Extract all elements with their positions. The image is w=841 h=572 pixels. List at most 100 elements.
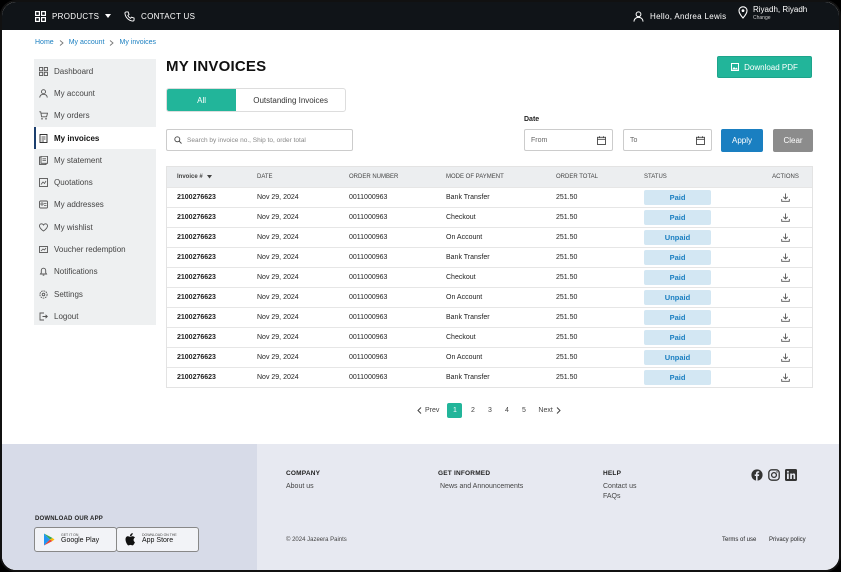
sidebar-label: My orders <box>54 111 90 121</box>
apply-button[interactable]: Apply <box>721 129 763 152</box>
table-row: 2100276623 Nov 29, 2024 0011000963 Bank Tra… <box>167 307 812 327</box>
google-play-button[interactable]: GET IT ON Google Play <box>34 527 117 552</box>
cell-mode-of-payment: Bank Transfer <box>446 194 490 201</box>
cell-date: Nov 29, 2024 <box>257 314 299 321</box>
footer-link-about-us[interactable]: About us <box>286 483 320 490</box>
next-page-button[interactable]: Next <box>532 407 566 414</box>
sidebar-label: Quotations <box>54 178 93 188</box>
cell-order-number: 0011000963 <box>349 274 388 281</box>
prev-page-button[interactable]: Prev <box>411 407 445 414</box>
status-badge: Unpaid <box>644 230 711 245</box>
sidebar-item-my-orders[interactable]: My orders <box>34 105 156 127</box>
date-from-field[interactable]: From <box>524 129 613 151</box>
cell-invoice: 2100276623 <box>177 274 216 281</box>
table-row: 2100276623 Nov 29, 2024 0011000963 Checkout… <box>167 327 812 347</box>
page-2-button[interactable]: 2 <box>464 403 481 418</box>
sidebar-item-quotations[interactable]: Quotations <box>34 171 156 193</box>
download-icon[interactable] <box>781 253 790 262</box>
download-icon[interactable] <box>781 193 790 202</box>
sidebar-item-my-invoices[interactable]: My invoices <box>34 126 156 150</box>
download-icon[interactable] <box>781 353 790 362</box>
download-icon[interactable] <box>781 273 790 282</box>
footer-link-faqs[interactable]: FAQs <box>603 493 636 500</box>
breadcrumb-home[interactable]: Home <box>35 39 54 46</box>
location-change-link[interactable]: Change <box>753 16 807 21</box>
cell-invoice: 2100276623 <box>177 194 216 201</box>
table-row: 2100276623 Nov 29, 2024 0011000963 On Accou… <box>167 287 812 307</box>
cell-order-total: 251.50 <box>556 334 578 341</box>
cell-status: Unpaid <box>644 350 759 365</box>
products-menu[interactable]: PRODUCTS <box>35 2 112 30</box>
cell-order-number: 0011000963 <box>349 354 388 361</box>
sidebar-item-logout[interactable]: Logout <box>34 305 156 327</box>
status-badge: Paid <box>644 250 711 265</box>
image-icon <box>731 63 740 71</box>
sidebar-label: My wishlist <box>54 222 93 232</box>
cell-date: Nov 29, 2024 <box>257 194 299 201</box>
gear-icon <box>39 290 48 299</box>
sidebar-item-settings[interactable]: Settings <box>34 283 156 305</box>
footer-informed-column: GET INFORMED News and Announcements <box>438 470 523 493</box>
download-icon[interactable] <box>781 333 790 342</box>
cell-invoice: 2100276623 <box>177 374 216 381</box>
cell-order-total: 251.50 <box>556 234 578 241</box>
download-icon[interactable] <box>781 213 790 222</box>
header-date: DATE <box>257 174 273 180</box>
cell-mode-of-payment: On Account <box>446 354 483 361</box>
breadcrumb-my-invoices[interactable]: My invoices <box>119 39 156 46</box>
sidebar-item-my-statement[interactable]: My statement <box>34 149 156 171</box>
date-to-field[interactable]: To <box>623 129 712 151</box>
date-label: Date <box>524 116 540 123</box>
cell-status: Paid <box>644 210 759 225</box>
page-1-button[interactable]: 1 <box>447 402 463 418</box>
tab-all[interactable]: All <box>167 89 237 111</box>
sidebar-label: My invoices <box>54 133 100 143</box>
download-icon[interactable] <box>781 293 790 302</box>
user-greeting[interactable]: Hello, Andrea Lewis <box>633 2 726 30</box>
contact-link[interactable]: CONTACT US <box>124 2 195 30</box>
download-icon[interactable] <box>781 233 790 242</box>
page-5-button[interactable]: 5 <box>515 403 532 418</box>
footer-link-news[interactable]: News and Announcements <box>440 483 523 490</box>
app-store-button[interactable]: DOWNLOAD ON THE App Store <box>116 527 199 552</box>
download-pdf-button[interactable]: Download PDF <box>717 56 812 78</box>
date-to-placeholder: To <box>630 136 638 144</box>
tab-outstanding-invoices[interactable]: Outstanding Invoices <box>236 89 345 111</box>
search-input[interactable]: Search by invoice no., Ship to, order to… <box>166 129 353 151</box>
cell-order-total: 251.50 <box>556 294 578 301</box>
bell-icon <box>39 268 48 276</box>
cell-actions <box>759 253 812 262</box>
page-3-button[interactable]: 3 <box>481 403 498 418</box>
privacy-link[interactable]: Privacy policy <box>769 537 806 543</box>
sidebar-label: My statement <box>54 155 103 165</box>
cell-order-number: 0011000963 <box>349 214 388 221</box>
cell-status: Paid <box>644 370 759 385</box>
cell-actions <box>759 193 812 202</box>
location-selector[interactable]: Riyadh, Riyadh Change <box>738 6 807 21</box>
facebook-icon[interactable] <box>751 469 763 481</box>
sidebar-item-dashboard[interactable]: Dashboard <box>34 60 156 82</box>
header-invoice[interactable]: Invoice # <box>167 174 257 180</box>
sidebar-item-notifications[interactable]: Notifications <box>34 261 156 283</box>
clear-button[interactable]: Clear <box>773 129 813 152</box>
chevron-right-icon <box>556 406 561 414</box>
table-row: 2100276623 Nov 29, 2024 0011000963 Bank Tra… <box>167 187 812 207</box>
download-icon[interactable] <box>781 313 790 322</box>
cell-date: Nov 29, 2024 <box>257 354 299 361</box>
app-store-label: App Store <box>142 537 174 545</box>
breadcrumb-my-account[interactable]: My account <box>69 39 105 46</box>
sidebar-item-my-wishlist[interactable]: My wishlist <box>34 216 156 238</box>
footer-link-contact-us[interactable]: Contact us <box>603 483 636 490</box>
cell-date: Nov 29, 2024 <box>257 294 299 301</box>
sidebar-item-my-account[interactable]: My account <box>34 82 156 104</box>
linkedin-icon[interactable] <box>785 469 797 481</box>
download-icon[interactable] <box>781 373 790 382</box>
location-city: Riyadh, Riyadh <box>753 5 808 14</box>
cell-mode-of-payment: On Account <box>446 234 483 241</box>
sidebar-item-voucher-redemption[interactable]: Voucher redemption <box>34 238 156 260</box>
instagram-icon[interactable] <box>768 469 780 481</box>
sidebar-item-my-addresses[interactable]: My addresses <box>34 194 156 216</box>
page-4-button[interactable]: 4 <box>498 403 515 418</box>
terms-link[interactable]: Terms of use <box>722 537 756 543</box>
cell-mode-of-payment: Bank Transfer <box>446 314 490 321</box>
